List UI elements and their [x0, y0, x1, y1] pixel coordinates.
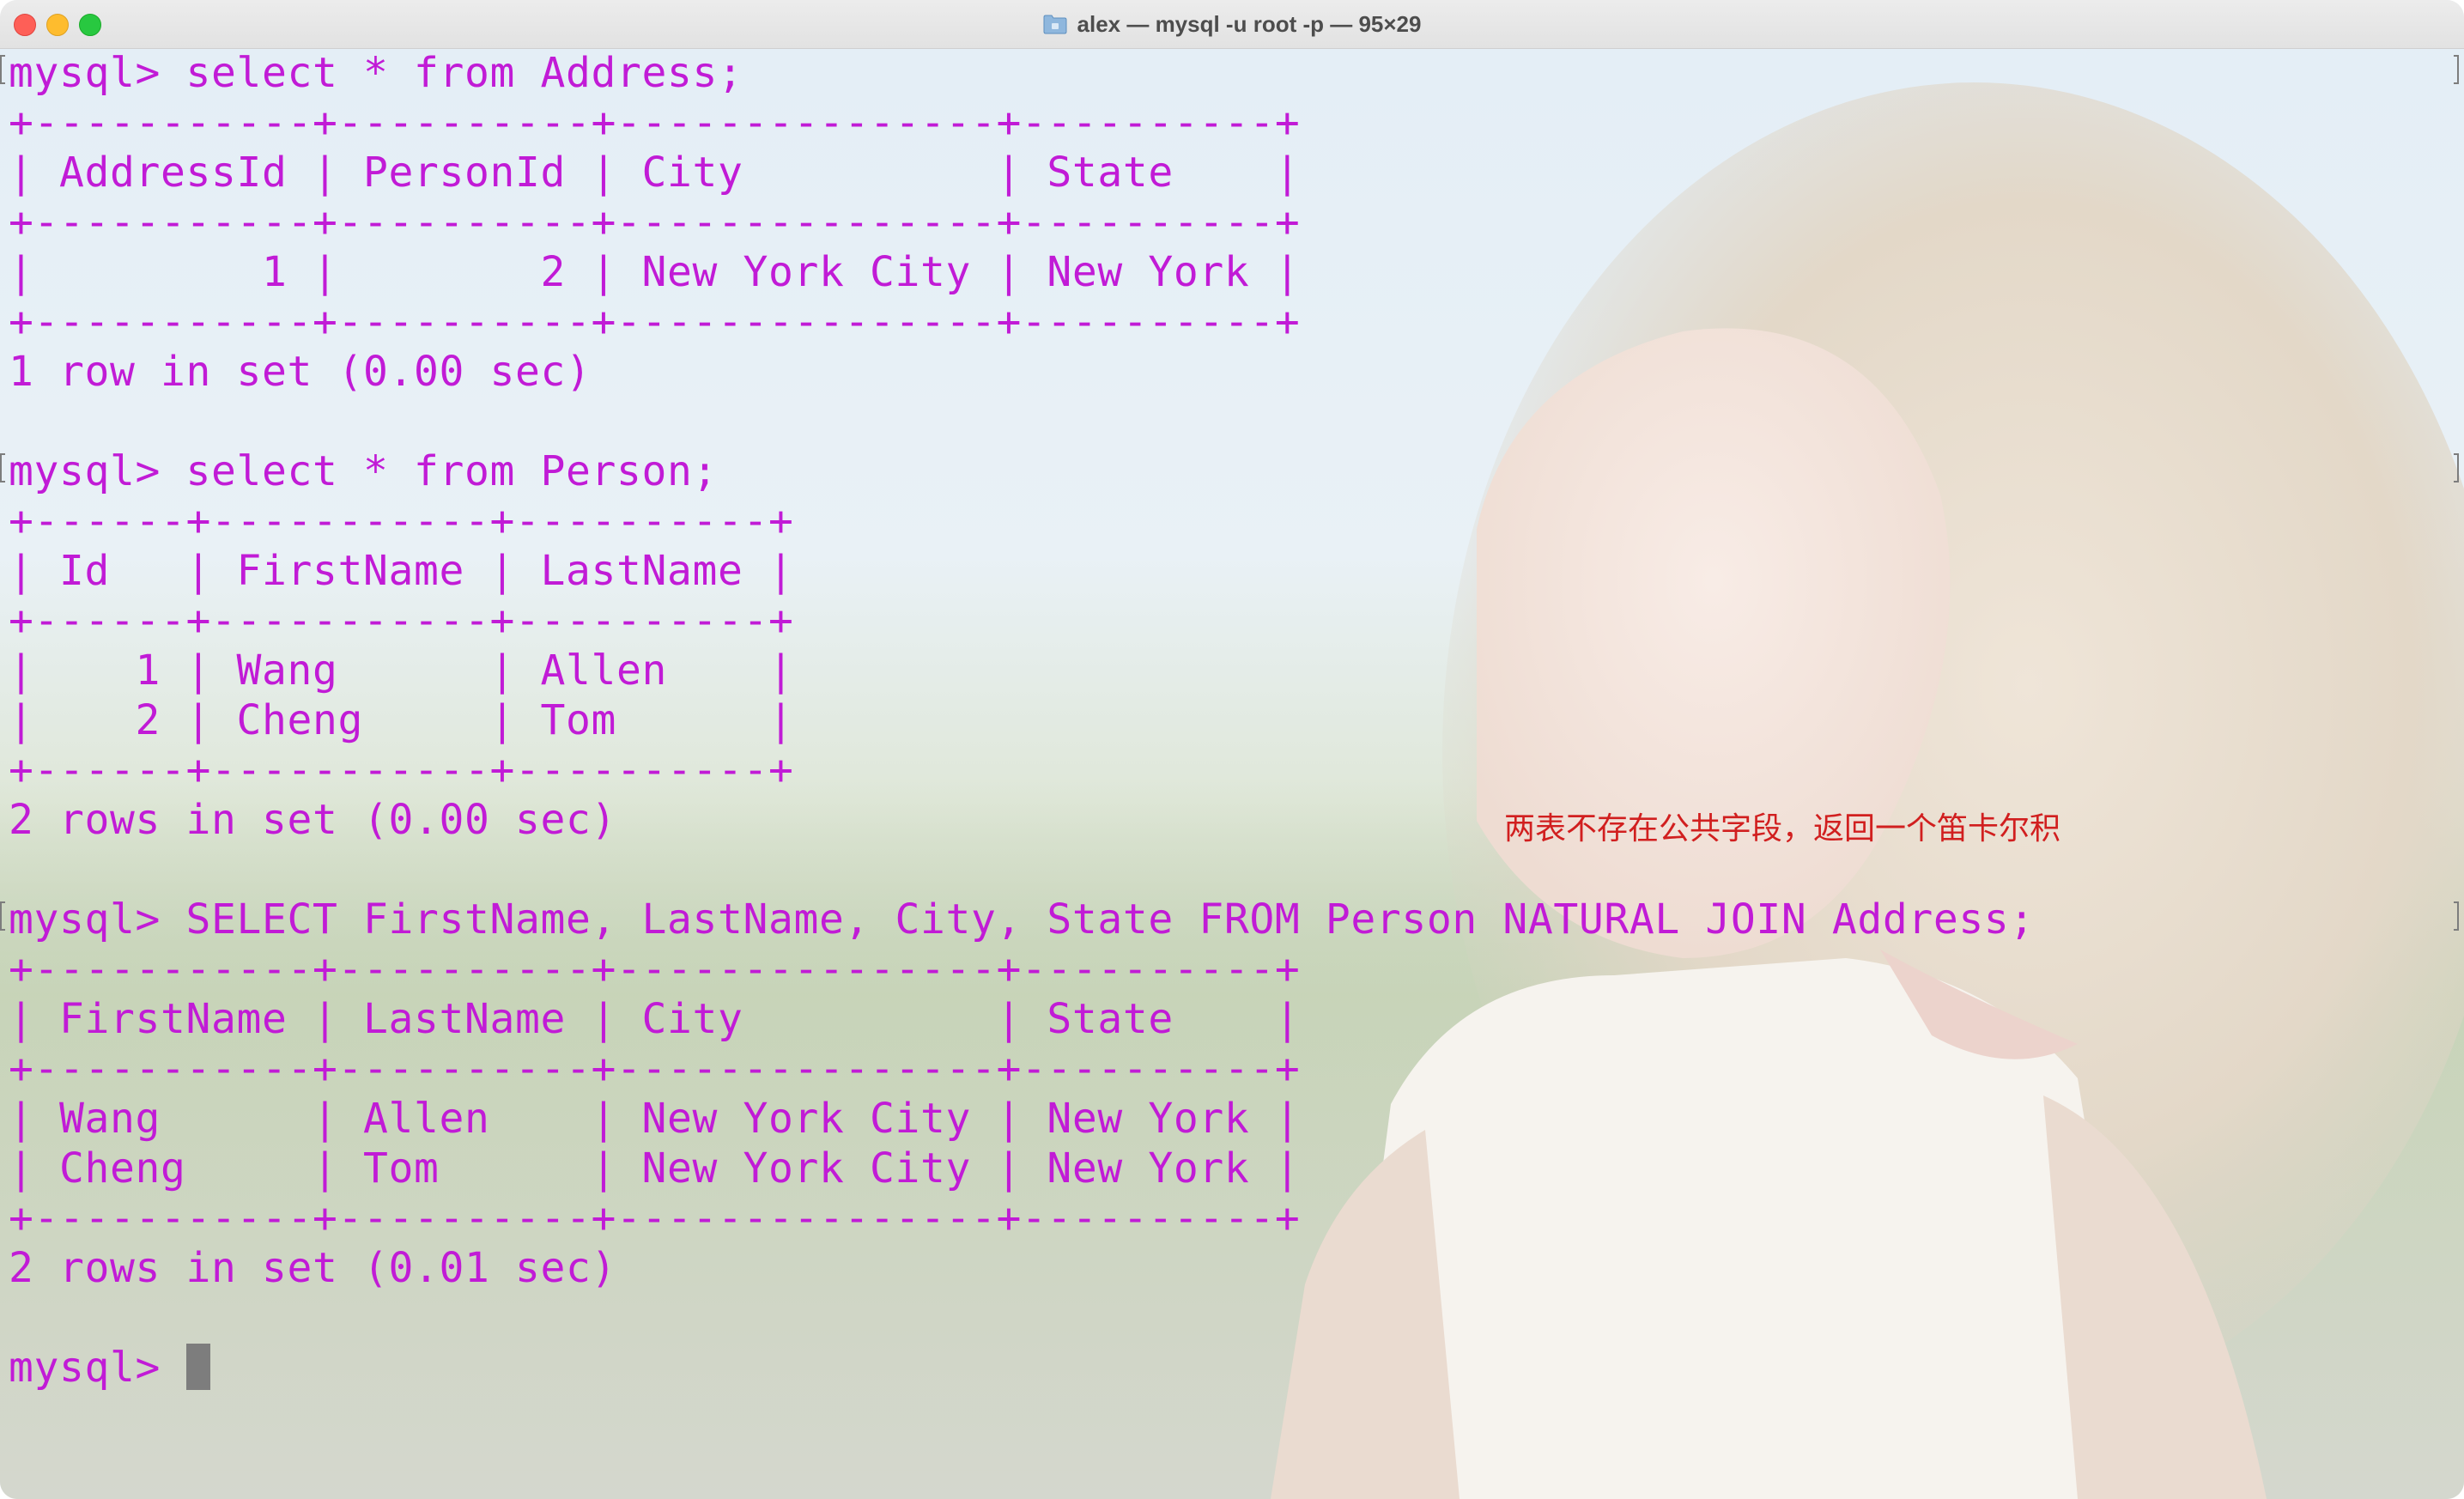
terminal-line: | Id | FirstName | LastName |: [9, 547, 794, 595]
terminal-line: +------+-----------+----------+: [9, 597, 794, 645]
terminal-line: | 1 | Wang | Allen |: [9, 646, 794, 695]
mark-bracket-icon: [2454, 55, 2459, 84]
terminal-line: +-----------+----------+---------------+…: [9, 99, 1301, 147]
terminal-line: | 2 | Cheng | Tom |: [9, 696, 794, 744]
terminal-line: +-----------+----------+---------------+…: [9, 1194, 1301, 1242]
terminal-window: alex — mysql -u root -p — 95×29 mysql> s…: [0, 0, 2464, 1499]
terminal-line: | 1 | 2 | New York City | New York |: [9, 248, 1301, 296]
terminal-line: +------+-----------+----------+: [9, 746, 794, 794]
title-bar[interactable]: alex — mysql -u root -p — 95×29: [0, 0, 2464, 49]
mark-bracket-icon: [0, 55, 5, 84]
terminal-line: +-----------+----------+---------------+…: [9, 198, 1301, 246]
mark-bracket-icon: [2454, 453, 2459, 482]
annotation-note: 两表不存在公共字段，返回一个笛卡尔积: [1504, 811, 2061, 847]
mark-bracket-icon: [0, 453, 5, 482]
terminal-line: 2 rows in set (0.01 sec): [9, 1244, 616, 1292]
window-title-group: alex — mysql -u root -p — 95×29: [0, 0, 2464, 48]
terminal-line: mysql> select * from Person;: [9, 447, 718, 495]
terminal-line: +------+-----------+----------+: [9, 497, 794, 545]
terminal-line: mysql> select * from Address;: [9, 49, 743, 97]
terminal-line: | Cheng | Tom | New York City | New York…: [9, 1144, 1301, 1193]
terminal-prompt-line[interactable]: mysql>: [9, 1343, 2035, 1393]
terminal-line: | AddressId | PersonId | City | State |: [9, 149, 1301, 197]
mark-bracket-icon: [2454, 901, 2459, 931]
terminal-prompt: mysql>: [9, 1344, 186, 1392]
terminal-line: mysql> SELECT FirstName, LastName, City,…: [9, 895, 2035, 944]
terminal-line: +-----------+----------+---------------+…: [9, 945, 1301, 993]
terminal-line: +-----------+----------+---------------+…: [9, 1045, 1301, 1093]
terminal-line: | FirstName | LastName | City | State |: [9, 995, 1301, 1043]
folder-icon: [1043, 14, 1067, 34]
mark-bracket-icon: [0, 901, 5, 931]
terminal-content[interactable]: mysql> select * from Address; +----------…: [0, 48, 2464, 1499]
terminal-line: 1 row in set (0.00 sec): [9, 348, 592, 396]
window-title: alex — mysql -u root -p — 95×29: [1077, 10, 1422, 37]
terminal-line: | Wang | Allen | New York City | New Yor…: [9, 1095, 1301, 1143]
terminal-output: mysql> select * from Address; +----------…: [9, 48, 2035, 1393]
text-cursor: [185, 1344, 210, 1390]
terminal-line: +-----------+----------+---------------+…: [9, 298, 1301, 346]
